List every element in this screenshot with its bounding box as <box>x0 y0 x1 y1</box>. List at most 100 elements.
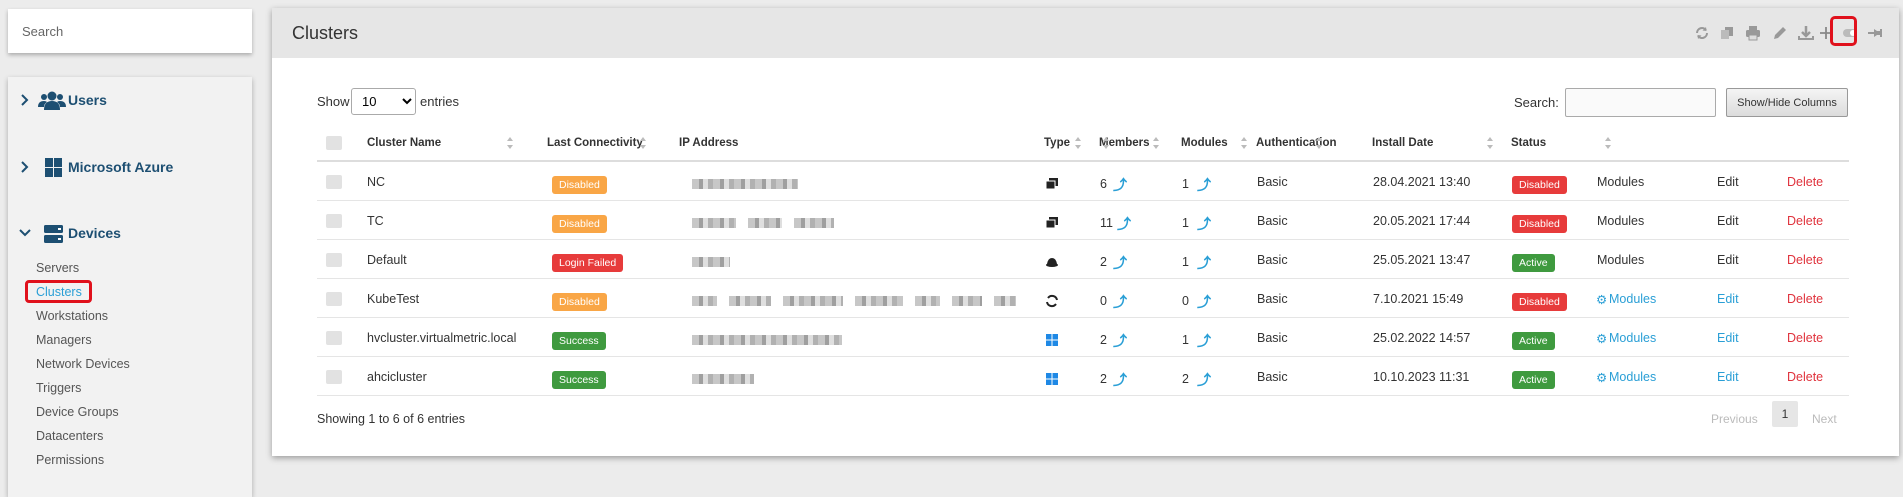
show-hide-columns-button[interactable]: Show/Hide Columns <box>1726 88 1848 117</box>
column-header-install-date[interactable]: Install Date <box>1372 137 1433 149</box>
column-header-type[interactable]: Type <box>1044 137 1070 149</box>
edit-link[interactable]: Edit <box>1717 370 1739 384</box>
row-divider <box>317 356 1849 357</box>
modules-gear-icon[interactable]: ⚙ <box>1596 331 1607 346</box>
sidebar-search-box[interactable] <box>8 9 252 53</box>
chevron-right-icon <box>21 94 29 106</box>
row-checkbox[interactable] <box>326 331 342 345</box>
row-checkbox[interactable] <box>326 253 342 267</box>
modules-arrow-icon[interactable]: ⤴ <box>1197 331 1211 351</box>
status-badge: Disabled <box>1512 215 1567 233</box>
pagination-page[interactable]: 1 <box>1772 401 1798 427</box>
column-header-authentication[interactable]: Authentication <box>1256 137 1337 149</box>
sort-icon[interactable] <box>1074 136 1082 150</box>
column-header-modules[interactable]: Modules <box>1181 137 1228 149</box>
row-checkbox[interactable] <box>326 175 342 189</box>
sidebar-item-workstations[interactable]: Workstations <box>36 309 108 323</box>
modules-arrow-icon[interactable]: ⤴ <box>1197 214 1211 234</box>
modules-arrow-icon[interactable]: ⤴ <box>1197 253 1211 273</box>
download-icon[interactable] <box>1797 24 1815 42</box>
delete-link[interactable]: Delete <box>1787 214 1823 228</box>
sort-icon[interactable] <box>1315 136 1323 150</box>
members-arrow-icon[interactable]: ⤴ <box>1113 331 1127 351</box>
sidebar-item-permissions[interactable]: Permissions <box>36 453 104 467</box>
edit-link[interactable]: Edit <box>1717 292 1739 306</box>
modules-link[interactable]: Modules <box>1597 175 1644 189</box>
print-icon[interactable] <box>1744 24 1762 42</box>
modules-gear-icon[interactable]: ⚙ <box>1596 292 1607 307</box>
edit-link[interactable]: Edit <box>1717 253 1739 267</box>
cluster-name[interactable]: KubeTest <box>367 292 419 306</box>
modules-arrow-icon[interactable]: ⤴ <box>1197 175 1211 195</box>
ip-address-redacted <box>729 296 771 306</box>
sort-icon[interactable] <box>1152 136 1160 150</box>
cluster-name[interactable]: ahcicluster <box>367 370 427 384</box>
modules-link[interactable]: Modules <box>1609 292 1656 306</box>
row-checkbox[interactable] <box>326 292 342 306</box>
delete-link[interactable]: Delete <box>1787 292 1823 306</box>
cluster-name[interactable]: hvcluster.virtualmetric.local <box>367 331 516 345</box>
sidebar-section-devices[interactable]: Devices <box>8 214 252 254</box>
column-header-ip-address[interactable]: IP Address <box>679 137 738 149</box>
sidebar-item-managers[interactable]: Managers <box>36 333 92 347</box>
sidebar-item-device-groups[interactable]: Device Groups <box>36 405 119 419</box>
select-all-checkbox[interactable] <box>326 136 342 150</box>
ip-address-redacted <box>855 296 903 306</box>
sidebar-item-triggers[interactable]: Triggers <box>36 381 81 395</box>
cluster-name[interactable]: TC <box>367 214 384 228</box>
pagination-previous[interactable]: Previous <box>1711 412 1758 426</box>
connectivity-badge: Success <box>552 332 606 350</box>
modules-link[interactable]: Modules <box>1609 331 1656 345</box>
column-header-status[interactable]: Status <box>1511 137 1546 149</box>
sort-icon[interactable] <box>1102 136 1110 150</box>
connectivity-badge: Disabled <box>552 176 607 194</box>
edit-link[interactable]: Edit <box>1717 214 1739 228</box>
sidebar-item-network-devices[interactable]: Network Devices <box>36 357 130 371</box>
delete-link[interactable]: Delete <box>1787 175 1823 189</box>
page-size-select[interactable]: 10 25 50 100 <box>351 88 416 115</box>
sidebar-item-servers[interactable]: Servers <box>36 261 79 275</box>
sort-icon[interactable] <box>639 136 647 150</box>
install-date: 28.04.2021 13:40 <box>1373 175 1471 189</box>
refresh-icon[interactable] <box>1693 24 1711 42</box>
modules-arrow-icon[interactable]: ⤴ <box>1197 292 1211 312</box>
edit-icon[interactable] <box>1771 24 1789 42</box>
members-count: 2 <box>1100 372 1107 386</box>
delete-link[interactable]: Delete <box>1787 253 1823 267</box>
row-checkbox[interactable] <box>326 370 342 384</box>
modules-link[interactable]: Modules <box>1597 214 1644 228</box>
sort-icon[interactable] <box>1604 136 1612 150</box>
delete-link[interactable]: Delete <box>1787 331 1823 345</box>
windows-icon <box>1045 372 1059 386</box>
sidebar-item-datacenters[interactable]: Datacenters <box>36 429 103 443</box>
copy-icon[interactable] <box>1718 24 1736 42</box>
members-arrow-icon[interactable]: ⤴ <box>1117 214 1131 234</box>
pagination-next[interactable]: Next <box>1812 412 1837 426</box>
sort-icon[interactable] <box>506 136 514 150</box>
sort-icon[interactable] <box>1240 136 1248 150</box>
cluster-name[interactable]: NC <box>367 175 385 189</box>
members-arrow-icon[interactable]: ⤴ <box>1113 370 1127 390</box>
modules-count: 1 <box>1182 255 1189 269</box>
delete-link[interactable]: Delete <box>1787 370 1823 384</box>
pin-icon[interactable] <box>1865 24 1883 42</box>
column-header-cluster-name[interactable]: Cluster Name <box>367 137 441 149</box>
modules-gear-icon[interactable]: ⚙ <box>1596 370 1607 385</box>
members-arrow-icon[interactable]: ⤴ <box>1113 175 1127 195</box>
table-search-input[interactable] <box>1565 88 1716 117</box>
row-checkbox[interactable] <box>326 214 342 228</box>
modules-count: 2 <box>1182 372 1189 386</box>
modules-link[interactable]: Modules <box>1597 253 1644 267</box>
sidebar-search-input[interactable] <box>8 9 252 53</box>
sidebar-section-users[interactable]: Users <box>8 81 252 121</box>
edit-link[interactable]: Edit <box>1717 175 1739 189</box>
column-header-last-connectivity[interactable]: Last Connectivity <box>547 137 643 149</box>
sidebar-section-azure[interactable]: Microsoft Azure <box>8 148 252 188</box>
sort-icon[interactable] <box>1486 136 1494 150</box>
edit-link[interactable]: Edit <box>1717 331 1739 345</box>
members-arrow-icon[interactable]: ⤴ <box>1113 292 1127 312</box>
modules-link[interactable]: Modules <box>1609 370 1656 384</box>
modules-arrow-icon[interactable]: ⤴ <box>1197 370 1211 390</box>
members-arrow-icon[interactable]: ⤴ <box>1113 253 1127 273</box>
cluster-name[interactable]: Default <box>367 253 407 267</box>
